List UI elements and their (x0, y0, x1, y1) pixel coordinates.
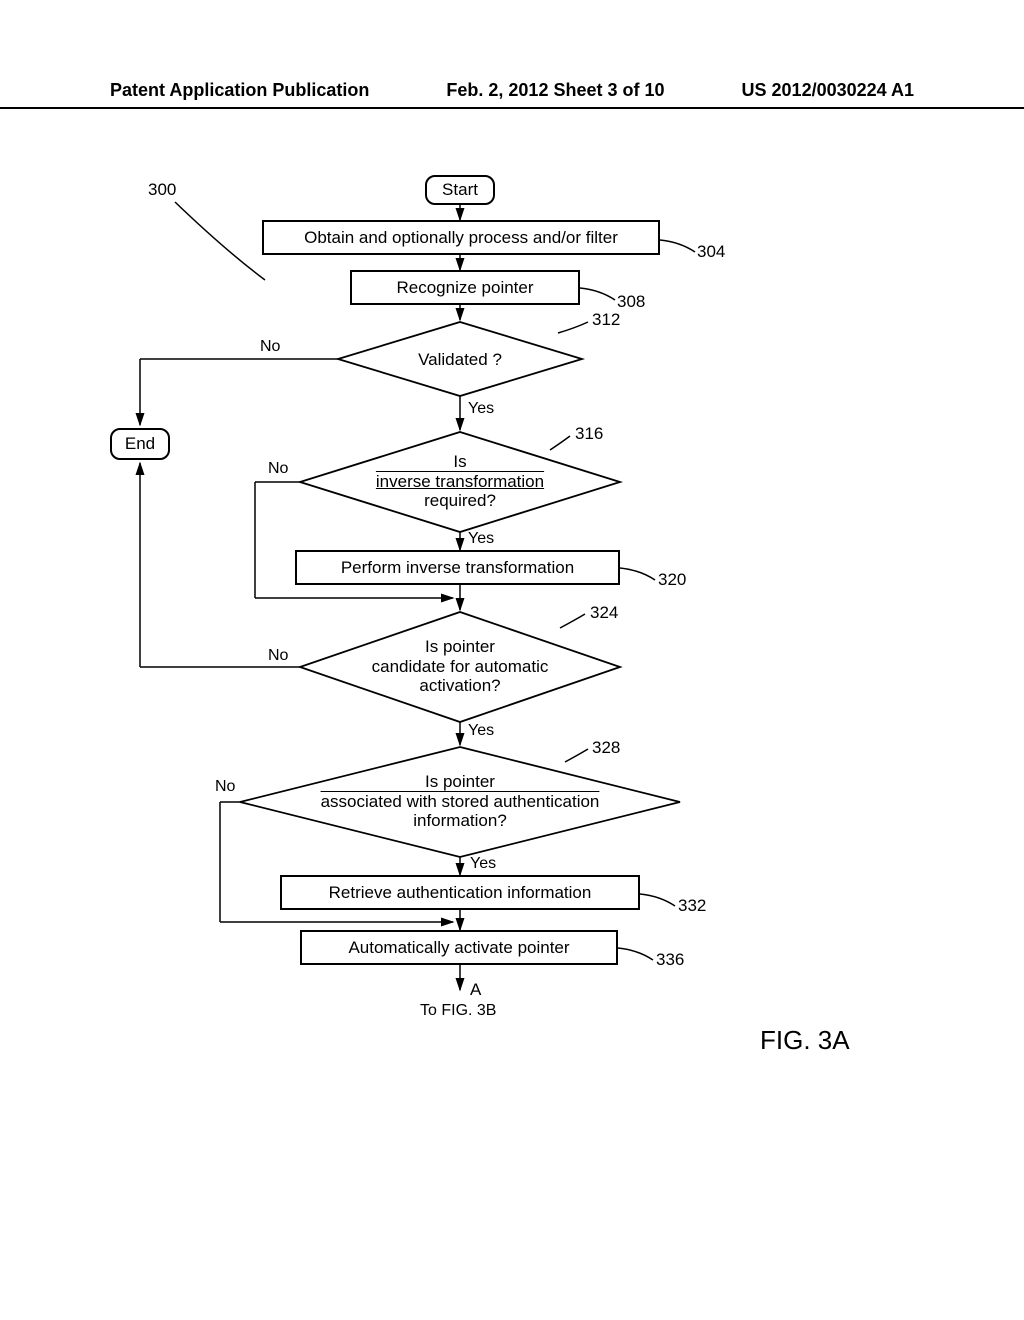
d324-l2: candidate for automatic (372, 657, 549, 676)
header-right: US 2012/0030224 A1 (742, 80, 914, 101)
page-header: Patent Application Publication Feb. 2, 2… (0, 80, 1024, 109)
step336-text: Automatically activate pointer (348, 938, 569, 958)
yes-316: Yes (468, 530, 494, 548)
ref-308: 308 (617, 292, 645, 312)
to-fig-3b: To FIG. 3B (420, 1002, 496, 1020)
step304-text: Obtain and optionally process and/or fil… (304, 228, 618, 248)
d316-l3: required? (424, 491, 496, 510)
d324-l3: activation? (419, 676, 500, 695)
ref-312: 312 (592, 310, 620, 330)
ref-324: 324 (590, 603, 618, 623)
process-332: Retrieve authentication information (280, 875, 640, 910)
no-312: No (260, 338, 280, 356)
figure-label: FIG. 3A (760, 1025, 850, 1056)
process-308: Recognize pointer (350, 270, 580, 305)
no-324: No (268, 647, 288, 665)
d316-l1: Is (453, 452, 466, 471)
no-328: No (215, 778, 235, 796)
yes-312: Yes (468, 400, 494, 418)
flowchart: Start End Obtain and optionally process … (0, 170, 1024, 1130)
ref-336: 336 (656, 950, 684, 970)
start-label: Start (442, 180, 478, 200)
d316-l2: inverse transformation (376, 472, 544, 491)
ref-316: 316 (575, 424, 603, 444)
ref-332: 332 (678, 896, 706, 916)
connector-a: A (470, 980, 481, 1000)
no-316: No (268, 460, 288, 478)
d328-l2: associated with stored authentication (321, 792, 600, 811)
ref-304: 304 (697, 242, 725, 262)
d324-l1: Is pointer (425, 637, 495, 656)
decision-328-text: Is pointer associated with stored authen… (270, 772, 650, 831)
decision-324-text: Is pointer candidate for automatic activ… (310, 637, 610, 696)
terminator-end: End (110, 428, 170, 460)
ref-328: 328 (592, 738, 620, 758)
yes-324: Yes (468, 722, 494, 740)
step320-text: Perform inverse transformation (341, 558, 574, 578)
end-label: End (125, 434, 155, 454)
process-320: Perform inverse transformation (295, 550, 620, 585)
terminator-start: Start (425, 175, 495, 205)
yes-328: Yes (470, 855, 496, 873)
process-304: Obtain and optionally process and/or fil… (262, 220, 660, 255)
decision-316-text: Is inverse transformation required? (310, 452, 610, 511)
header-left: Patent Application Publication (110, 80, 369, 101)
ref-320: 320 (658, 570, 686, 590)
decision-312-text: Validated ? (310, 350, 610, 370)
d328-l1: Is pointer (425, 772, 495, 791)
step308-text: Recognize pointer (396, 278, 533, 298)
process-336: Automatically activate pointer (300, 930, 618, 965)
ref-300: 300 (148, 180, 176, 200)
header-center: Feb. 2, 2012 Sheet 3 of 10 (446, 80, 664, 101)
step332-text: Retrieve authentication information (329, 883, 592, 903)
d328-l3: information? (413, 811, 507, 830)
